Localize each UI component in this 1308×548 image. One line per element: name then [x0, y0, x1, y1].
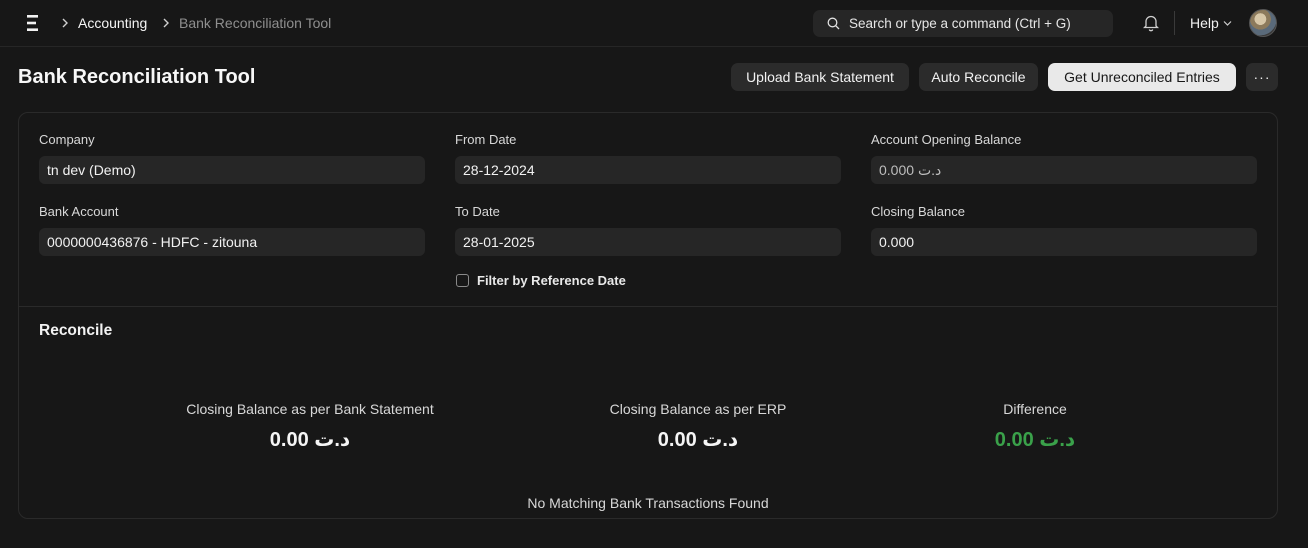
upload-bank-statement-button[interactable]: Upload Bank Statement [731, 63, 909, 91]
auto-reconcile-button[interactable]: Auto Reconcile [919, 63, 1038, 91]
search-placeholder: Search or type a command (Ctrl + G) [849, 16, 1071, 31]
navbar-divider [1174, 11, 1175, 35]
opening-balance-field: 0.000 د.ت [871, 156, 1257, 184]
empty-state-message: No Matching Bank Transactions Found [527, 495, 769, 511]
from-date-label: From Date [455, 132, 517, 147]
closing-balance-label: Closing Balance [871, 204, 965, 219]
company-label: Company [39, 132, 95, 147]
help-menu[interactable]: Help [1190, 15, 1219, 31]
filter-reference-date-checkbox[interactable] [456, 274, 469, 287]
reconcile-section-title: Reconcile [39, 322, 113, 339]
section-divider [19, 306, 1277, 307]
more-actions-button[interactable]: ··· [1246, 63, 1278, 91]
notification-bell-icon[interactable] [1143, 14, 1159, 32]
opening-balance-label: Account Opening Balance [871, 132, 1022, 147]
bank-account-label: Bank Account [39, 204, 119, 219]
chevron-right-icon [62, 18, 68, 28]
get-unreconciled-entries-button[interactable]: Get Unreconciled Entries [1048, 63, 1236, 91]
bank-statement-balance-label: Closing Balance as per Bank Statement [186, 401, 434, 417]
erp-balance-label: Closing Balance as per ERP [609, 401, 787, 417]
search-bar[interactable]: Search or type a command (Ctrl + G) [813, 10, 1113, 37]
breadcrumb-current[interactable]: Bank Reconciliation Tool [179, 15, 331, 31]
bank-statement-balance-value: 0.00 د.ت [269, 429, 351, 451]
to-date-field[interactable]: 28-01-2025 [455, 228, 841, 256]
breadcrumb-accounting[interactable]: Accounting [78, 15, 147, 31]
app-logo-icon[interactable] [26, 14, 40, 32]
chevron-down-icon[interactable] [1223, 20, 1232, 27]
bank-account-field[interactable]: 0000000436876 - HDFC - zitouna [39, 228, 425, 256]
user-avatar[interactable] [1249, 9, 1277, 37]
from-date-field[interactable]: 28-12-2024 [455, 156, 841, 184]
chevron-right-icon [163, 18, 169, 28]
to-date-label: To Date [455, 204, 500, 219]
page-title: Bank Reconciliation Tool [18, 66, 256, 88]
difference-label: Difference [1003, 401, 1067, 417]
navbar: Accounting Bank Reconciliation Tool Sear… [0, 0, 1308, 47]
filter-reference-date-label[interactable]: Filter by Reference Date [477, 273, 626, 288]
company-field[interactable]: tn dev (Demo) [39, 156, 425, 184]
search-icon [827, 17, 840, 30]
difference-value: 0.00 د.ت [994, 429, 1076, 451]
closing-balance-field[interactable]: 0.000 [871, 228, 1257, 256]
erp-balance-value: 0.00 د.ت [657, 429, 739, 451]
